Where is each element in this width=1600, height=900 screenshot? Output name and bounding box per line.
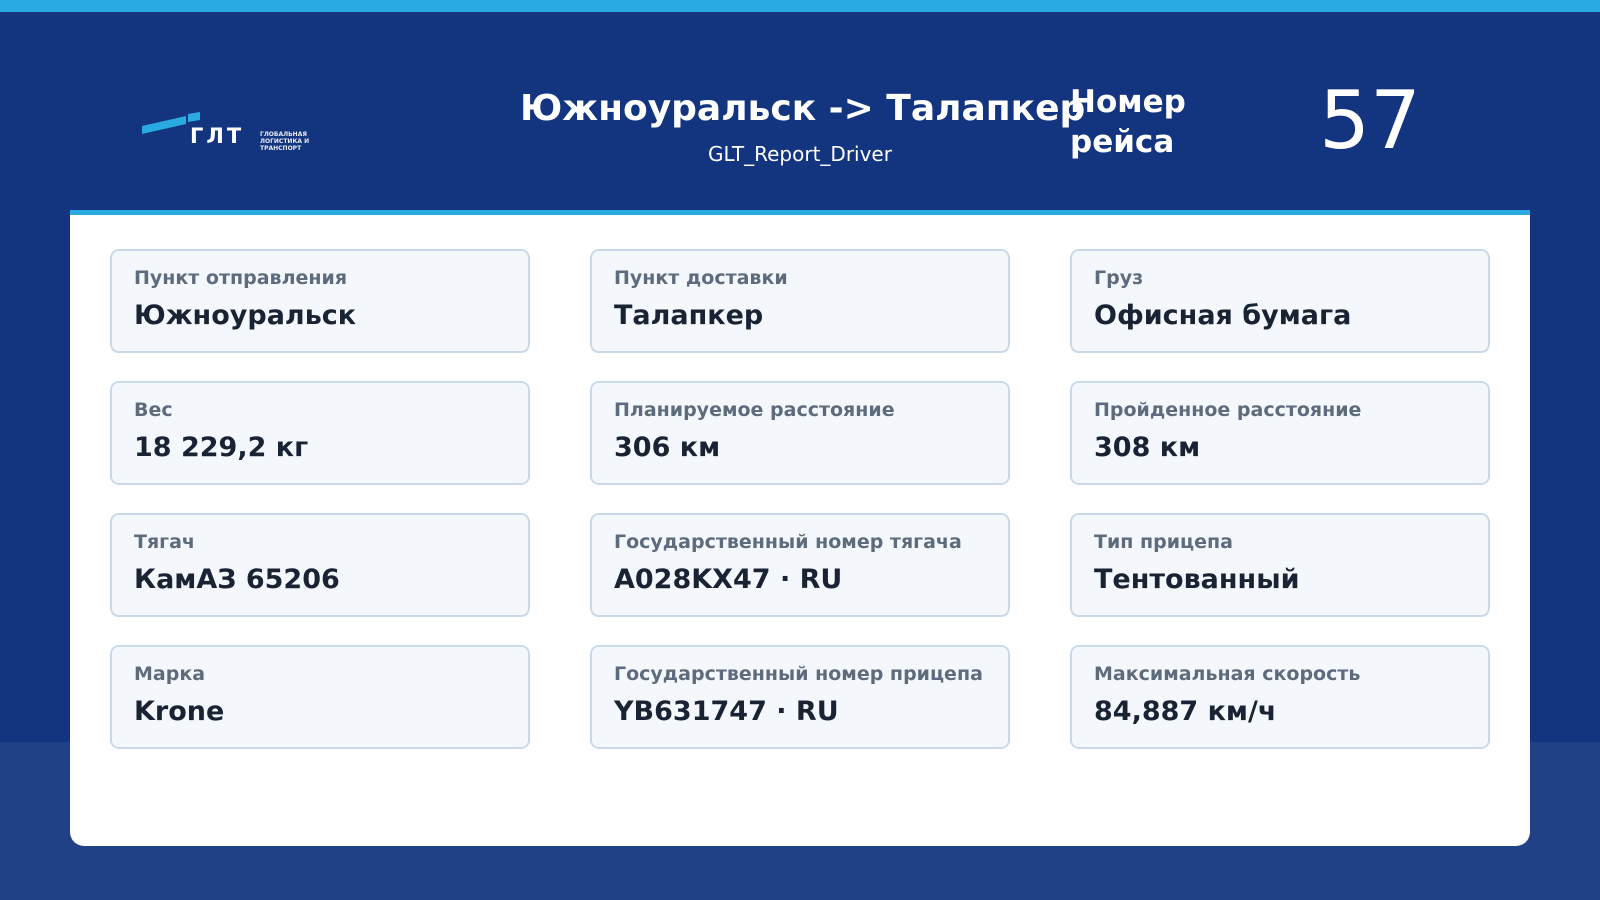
card-label: Планируемое расстояние bbox=[614, 399, 895, 421]
card-label: Пункт доставки bbox=[614, 267, 788, 289]
card-value: Офисная бумага bbox=[1094, 300, 1352, 331]
card-delivery: Пункт доставки Талапкер bbox=[590, 249, 1010, 353]
company-logo: ГЛТ ГЛОБАЛЬНАЯ ЛОГИСТИКА И ТРАНСПОРТ bbox=[142, 108, 322, 152]
card-label: Груз bbox=[1094, 267, 1144, 289]
card-value: YB631747 · RU bbox=[614, 696, 839, 727]
trip-number-label: Номер рейса bbox=[1070, 84, 1186, 160]
card-label: Государственный номер прицепа bbox=[614, 663, 983, 685]
card-trailer-brand: Марка Krone bbox=[110, 645, 530, 749]
card-planned-distance: Планируемое расстояние 306 км bbox=[590, 381, 1010, 485]
card-value: 308 км bbox=[1094, 432, 1201, 463]
logo-text: ГЛТ bbox=[190, 124, 245, 148]
card-label: Государственный номер тягача bbox=[614, 531, 962, 553]
card-departure: Пункт отправления Южноуральск bbox=[110, 249, 530, 353]
card-trailer-type: Тип прицепа Тентованный bbox=[1070, 513, 1490, 617]
card-weight: Вес 18 229,2 кг bbox=[110, 381, 530, 485]
card-label: Пункт отправления bbox=[134, 267, 348, 289]
card-label: Максимальная скорость bbox=[1094, 663, 1361, 685]
card-value: 84,887 км/ч bbox=[1094, 696, 1277, 727]
route-title: Южноуральск -> Талапкер bbox=[520, 88, 1086, 129]
card-value: Южноуральск bbox=[134, 300, 357, 331]
card-label: Марка bbox=[134, 663, 206, 685]
card-value: Талапкер bbox=[614, 300, 764, 331]
card-value: 306 км bbox=[614, 432, 721, 463]
card-value: Тентованный bbox=[1094, 564, 1300, 595]
trip-details-panel: Пункт отправления Южноуральск Пункт дост… bbox=[70, 210, 1530, 846]
trip-number: 57 bbox=[1319, 74, 1421, 167]
card-label: Тип прицепа bbox=[1094, 531, 1233, 553]
card-value: Krone bbox=[134, 696, 225, 727]
card-value: A028KX47 · RU bbox=[614, 564, 843, 595]
card-value: КамАЗ 65206 bbox=[134, 564, 340, 595]
card-value: 18 229,2 кг bbox=[134, 432, 309, 463]
card-trailer-plate: Государственный номер прицепа YB631747 ·… bbox=[590, 645, 1010, 749]
card-label: Пройденное расстояние bbox=[1094, 399, 1362, 421]
card-max-speed: Максимальная скорость 84,887 км/ч bbox=[1070, 645, 1490, 749]
card-label: Тягач bbox=[134, 531, 195, 553]
card-tractor: Тягач КамАЗ 65206 bbox=[110, 513, 530, 617]
card-cargo: Груз Офисная бумага bbox=[1070, 249, 1490, 353]
card-label: Вес bbox=[134, 399, 173, 421]
report-name: GLT_Report_Driver bbox=[708, 142, 892, 166]
logo-subtitle: ГЛОБАЛЬНАЯ ЛОГИСТИКА И ТРАНСПОРТ bbox=[260, 131, 310, 152]
card-tractor-plate: Государственный номер тягача A028KX47 · … bbox=[590, 513, 1010, 617]
top-accent-strip bbox=[0, 0, 1600, 12]
card-traveled-distance: Пройденное расстояние 308 км bbox=[1070, 381, 1490, 485]
